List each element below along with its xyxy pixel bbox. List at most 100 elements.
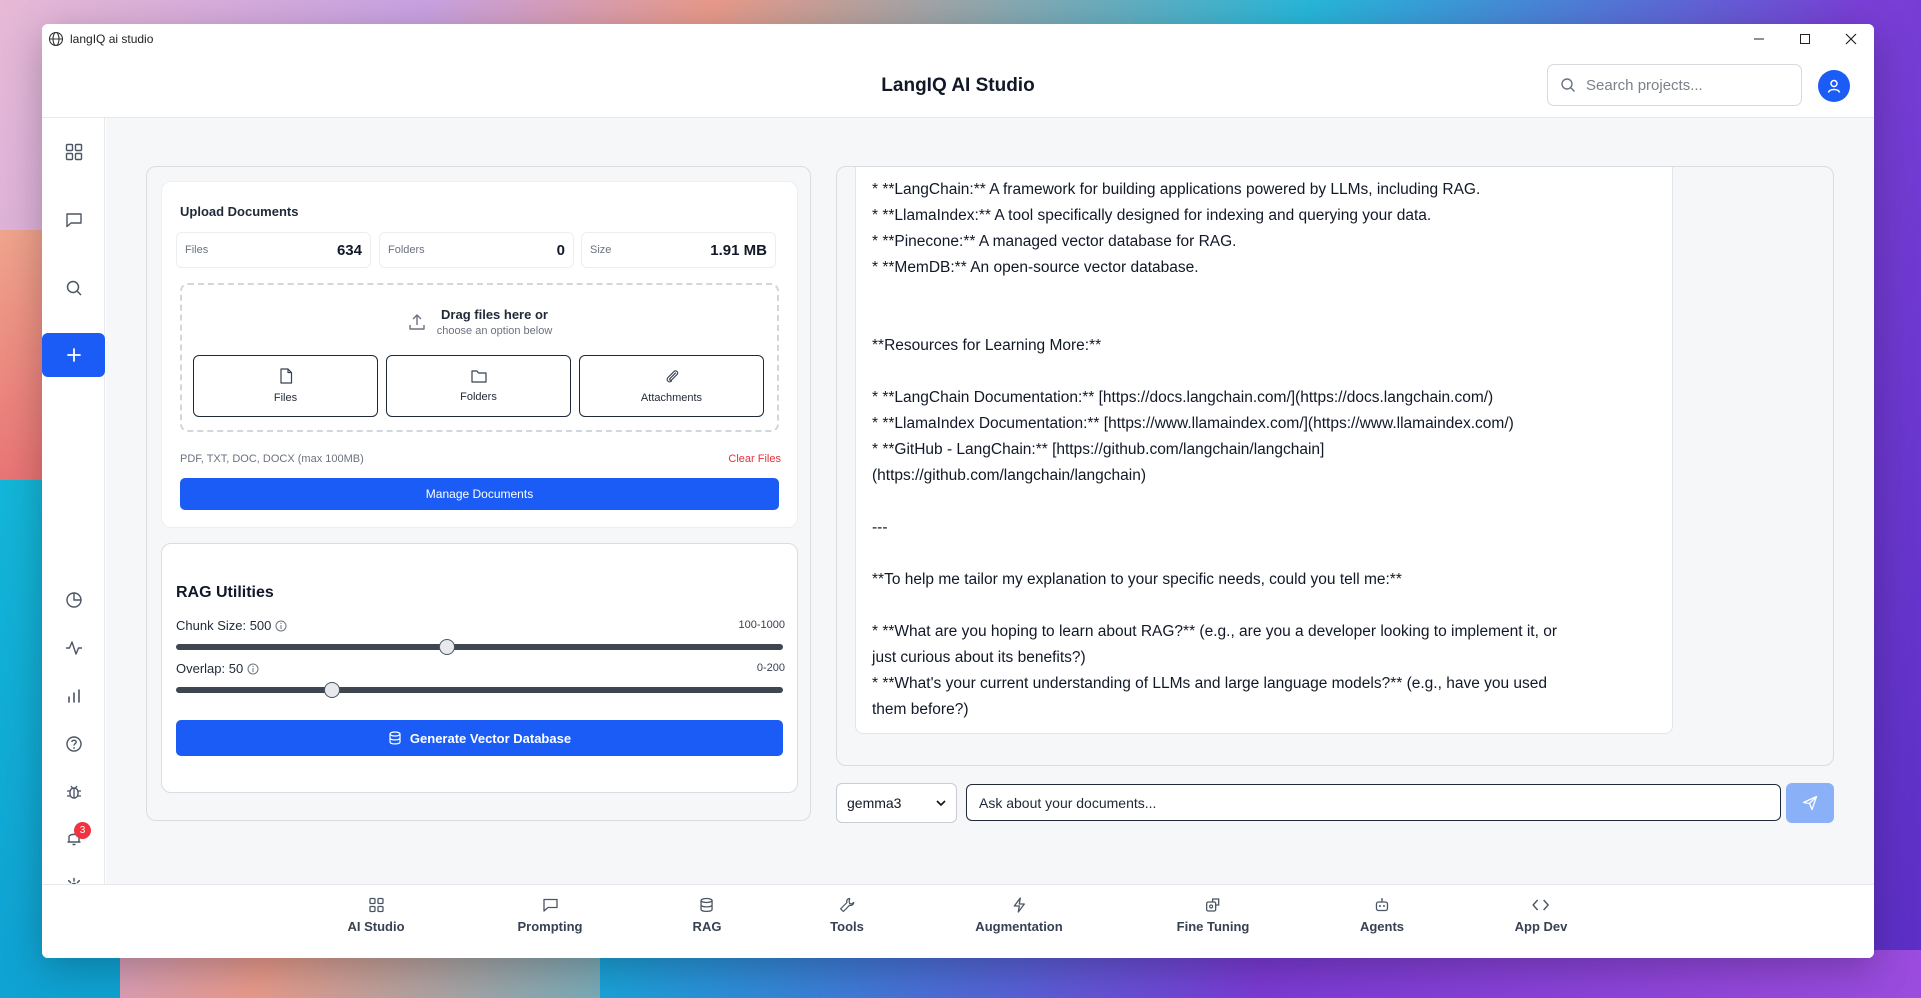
- stat-files: Files 634: [176, 232, 371, 268]
- search-input[interactable]: [1586, 76, 1786, 94]
- window-title: langIQ ai studio: [70, 32, 154, 46]
- bar-chart-icon: [67, 689, 80, 703]
- message-line: **Resources for Learning More:**: [872, 337, 1102, 354]
- sidebar: 3: [42, 118, 105, 895]
- page-title: LangIQ AI Studio: [881, 74, 1035, 96]
- rag-utilities-card: RAG Utilities Chunk Size: 500 100-1000 O…: [161, 543, 798, 793]
- user-avatar[interactable]: [1818, 70, 1850, 102]
- bug-icon: [66, 785, 81, 799]
- rag-title: RAG Utilities: [176, 584, 274, 601]
- message-line: [872, 307, 1656, 333]
- main-content: Upload Documents Files 634 Folders 0 Siz…: [106, 118, 1874, 884]
- sidebar-item-stats[interactable]: [42, 676, 105, 716]
- pie-chart-icon: [65, 592, 82, 608]
- notification-badge: 3: [74, 822, 91, 839]
- maximize-button[interactable]: [1782, 24, 1828, 54]
- message-line: (https://github.com/langchain/langchain): [872, 467, 1146, 484]
- sidebar-item-activity[interactable]: [42, 628, 105, 668]
- message-line: **To help me tailor my explanation to yo…: [872, 571, 1402, 588]
- chat-input[interactable]: [979, 794, 1759, 811]
- app-header: LangIQ AI Studio: [42, 54, 1874, 118]
- tab-ai-studio[interactable]: AI Studio: [347, 897, 405, 934]
- tab-app-dev[interactable]: App Dev: [1515, 897, 1567, 934]
- tab-label: Prompting: [517, 919, 583, 934]
- app-window: langIQ ai studio LangIQ AI Studio Search…: [42, 24, 1874, 958]
- chunk-size-slider[interactable]: [176, 639, 783, 655]
- supported-formats: PDF, TXT, DOC, DOCX (max 100MB): [180, 453, 364, 465]
- globe-icon: [48, 31, 64, 47]
- message-line: * **LlamaIndex:** A tool specifically de…: [872, 207, 1432, 224]
- message-line: * **Pinecone:** A managed vector databas…: [872, 233, 1237, 250]
- window-titlebar: langIQ ai studio: [42, 24, 1874, 54]
- slider-thumb[interactable]: [438, 639, 455, 655]
- chat-bubble-icon: [65, 213, 82, 228]
- upload-icon: [409, 314, 425, 330]
- manage-documents-button[interactable]: Manage Documents: [180, 478, 779, 510]
- tab-agents[interactable]: Agents: [1360, 897, 1404, 934]
- stat-label: Folders: [388, 244, 425, 256]
- overlap-label: Overlap: 50: [176, 661, 259, 676]
- message-line: * **What's your current understanding of…: [872, 675, 1548, 692]
- button-label: Folders: [460, 391, 497, 403]
- user-icon: [1827, 79, 1841, 93]
- minimize-button[interactable]: [1736, 24, 1782, 54]
- file-dropzone[interactable]: Drag files here or choose an option belo…: [180, 283, 779, 432]
- maximize-icon: [1800, 34, 1810, 44]
- sidebar-item-debug[interactable]: [42, 772, 105, 812]
- grid-icon: [368, 897, 384, 913]
- stat-folders: Folders 0: [379, 232, 574, 268]
- assistant-message: * **LangChain:** A framework for buildin…: [855, 167, 1673, 734]
- database-icon: [700, 897, 714, 913]
- chat-bubble-icon: [542, 898, 558, 912]
- tab-prompting[interactable]: Prompting: [518, 897, 583, 934]
- sidebar-item-search[interactable]: [42, 268, 105, 308]
- stat-size: Size 1.91 MB: [581, 232, 776, 268]
- chat-input-box[interactable]: [966, 784, 1781, 821]
- search-box[interactable]: [1547, 64, 1802, 106]
- generate-vector-db-button[interactable]: Generate Vector Database: [176, 720, 783, 756]
- tab-label: Agents: [1359, 919, 1405, 934]
- chunk-size-text: Chunk Size: 500: [176, 618, 272, 633]
- stat-value: 634: [336, 241, 362, 259]
- sidebar-item-chat[interactable]: [42, 200, 105, 240]
- model-select[interactable]: gemma3: [836, 783, 957, 823]
- tab-label: RAG: [692, 919, 722, 934]
- tab-label: Tools: [830, 919, 864, 934]
- send-button[interactable]: [1786, 783, 1834, 823]
- dropzone-text: Drag files here or: [441, 307, 548, 322]
- lightning-icon: [1013, 897, 1025, 913]
- message-line: [872, 359, 1656, 385]
- search-icon: [66, 280, 82, 296]
- button-label: Files: [273, 392, 298, 404]
- upload-documents-card: Upload Documents Files 634 Folders 0 Siz…: [161, 181, 798, 528]
- button-label: Attachments: [640, 392, 703, 404]
- send-icon: [1802, 795, 1818, 811]
- paperclip-icon: [666, 370, 678, 383]
- sidebar-item-new[interactable]: [42, 333, 105, 377]
- slider-thumb[interactable]: [323, 682, 340, 698]
- clear-files-link[interactable]: Clear Files: [728, 453, 781, 465]
- robot-icon: [1375, 898, 1389, 912]
- tab-augmentation[interactable]: Augmentation: [975, 897, 1063, 934]
- upload-attachments-button[interactable]: Attachments: [579, 355, 764, 417]
- upload-files-button[interactable]: Files: [193, 355, 378, 417]
- tab-fine-tuning[interactable]: Fine Tuning: [1177, 897, 1249, 934]
- upload-folders-button[interactable]: Folders: [386, 355, 571, 417]
- code-icon: [1532, 899, 1550, 911]
- sidebar-item-help[interactable]: [42, 724, 105, 764]
- message-line: * **LangChain Documentation:** [https://…: [872, 389, 1494, 406]
- sidebar-item-dashboard[interactable]: [42, 132, 105, 172]
- message-line: [872, 281, 1656, 307]
- sidebar-item-analytics[interactable]: [42, 580, 105, 620]
- message-line: * **LlamaIndex Documentation:** [https:/…: [872, 415, 1514, 432]
- stat-value: 1.91 MB: [710, 241, 767, 259]
- sidebar-item-notifications[interactable]: 3: [42, 818, 105, 858]
- tab-rag[interactable]: RAG: [692, 897, 722, 934]
- overlap-slider[interactable]: [176, 682, 783, 698]
- close-button[interactable]: [1828, 24, 1874, 54]
- message-line: just curious about its benefits?): [872, 649, 1086, 666]
- tab-tools[interactable]: Tools: [830, 897, 864, 934]
- message-line: [872, 541, 1656, 567]
- overlap-text: Overlap: 50: [176, 661, 244, 676]
- info-icon: [275, 620, 287, 631]
